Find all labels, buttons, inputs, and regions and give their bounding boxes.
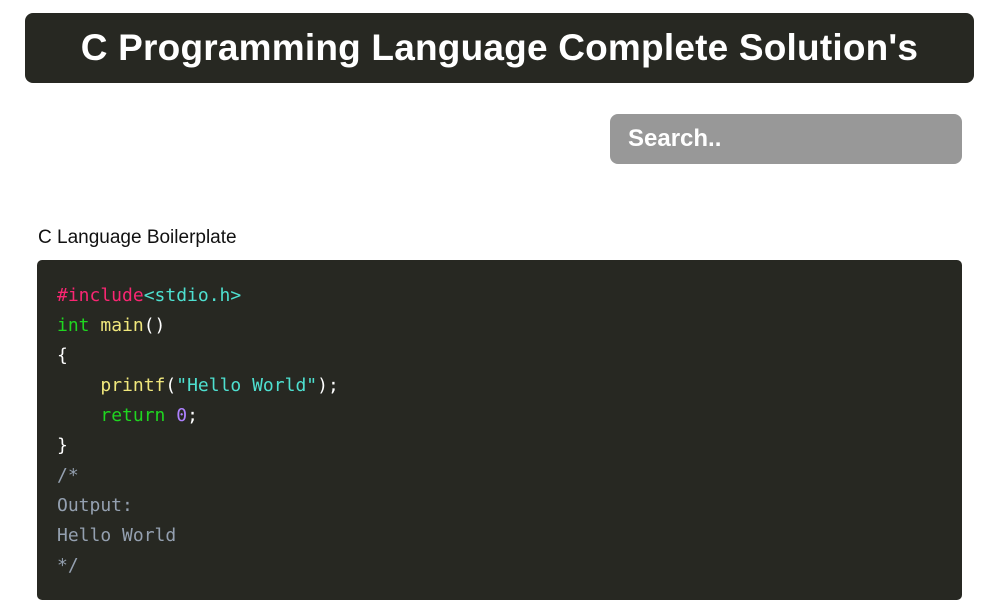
code-token: <stdio.h> xyxy=(143,285,242,306)
code-line: { xyxy=(57,341,942,371)
code-token: 0 xyxy=(176,405,188,426)
code-line: */ xyxy=(57,551,942,581)
code-token: /* xyxy=(57,465,79,486)
code-token: */ xyxy=(57,555,79,576)
code-line: Output: xyxy=(57,491,942,521)
code-token: Output: xyxy=(57,495,133,516)
search-input[interactable] xyxy=(610,114,962,164)
code-line: } xyxy=(57,431,942,461)
code-token: ( xyxy=(165,375,177,396)
code-line: return 0; xyxy=(57,401,942,431)
code-line: /* xyxy=(57,461,942,491)
code-line: int main() xyxy=(57,311,942,341)
code-token: main xyxy=(100,315,144,336)
code-token: return xyxy=(100,405,166,426)
code-line: printf("Hello World"); xyxy=(57,371,942,401)
code-content: #include<stdio.h> int main(){ printf("Hel… xyxy=(57,281,942,581)
code-block: #include<stdio.h> int main(){ printf("Hel… xyxy=(37,260,962,600)
code-token: int xyxy=(57,315,90,336)
code-token: } xyxy=(57,435,68,456)
section-title: C Language Boilerplate xyxy=(38,227,237,248)
code-token: "Hello World" xyxy=(176,375,318,396)
page-title: C Programming Language Complete Solution… xyxy=(80,27,919,68)
code-line: Hello World xyxy=(57,521,942,551)
code-token: #include xyxy=(57,285,144,306)
code-token: ); xyxy=(317,375,339,396)
code-token: ; xyxy=(187,405,198,426)
page-header: C Programming Language Complete Solution… xyxy=(25,13,974,83)
code-line: #include<stdio.h> xyxy=(57,281,942,311)
code-token: { xyxy=(57,345,68,366)
code-token: () xyxy=(143,315,166,336)
code-token: printf xyxy=(100,375,166,396)
code-token: Hello World xyxy=(57,525,177,546)
